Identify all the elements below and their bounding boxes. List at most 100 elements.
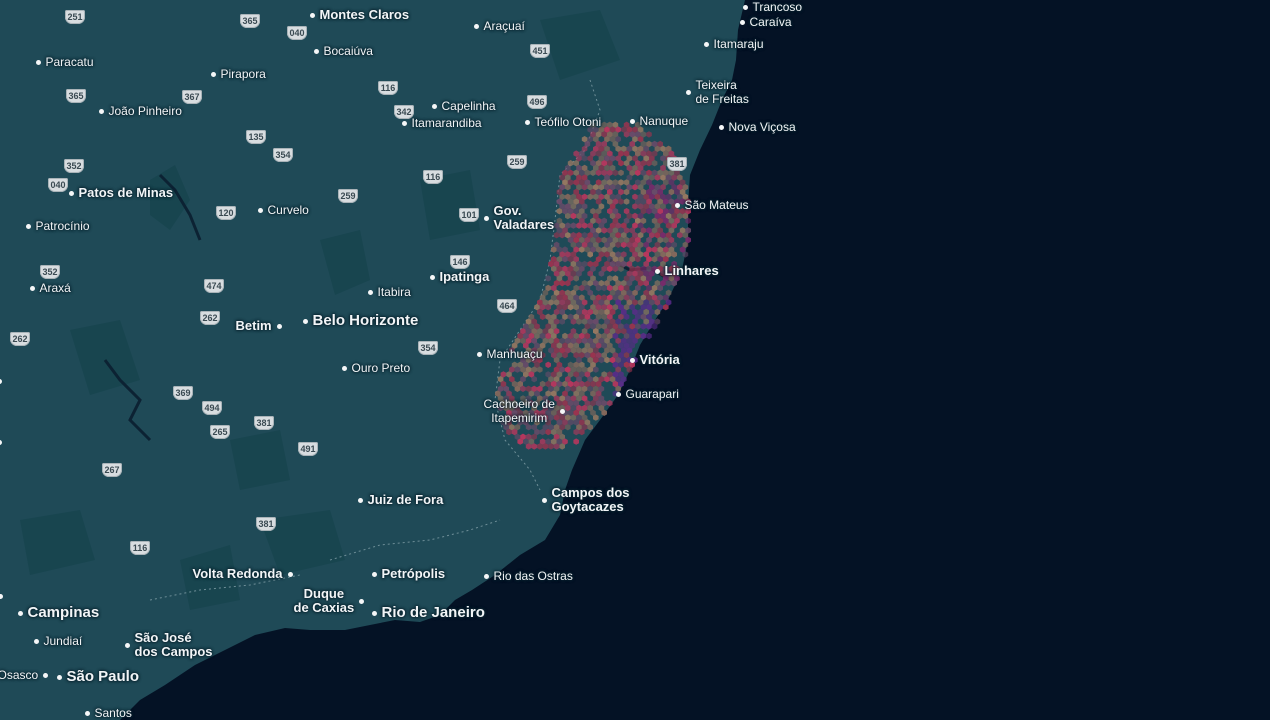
city-guarapari[interactable]: Guarapari bbox=[615, 387, 679, 401]
hexbin-cell bbox=[623, 198, 630, 205]
city-label: Trancoso bbox=[752, 0, 803, 14]
highway-shield-262: 262 bbox=[10, 332, 30, 346]
city-itabira[interactable]: Itabira bbox=[367, 285, 411, 299]
hexbin-cell bbox=[640, 332, 647, 340]
highway-shield-262: 262 bbox=[200, 311, 220, 325]
city-sao-paulo[interactable]: São Paulo bbox=[56, 668, 140, 685]
highway-shield-354: 354 bbox=[273, 148, 293, 162]
city-campos[interactable]: Campos dos Goytacazes bbox=[541, 486, 630, 514]
highway-shield-451: 451 bbox=[530, 44, 550, 58]
city-duque[interactable]: Duque de Caxias bbox=[294, 587, 365, 615]
city-dot-icon bbox=[56, 674, 62, 680]
highway-shield-267: 267 bbox=[102, 463, 122, 477]
city-dot-icon bbox=[483, 215, 489, 221]
city-curvelo[interactable]: Curvelo bbox=[257, 203, 309, 217]
city-dot-icon bbox=[615, 391, 621, 397]
city-paracatu[interactable]: Paracatu bbox=[35, 55, 94, 69]
city-juiz-de-fora[interactable]: Juiz de Fora bbox=[357, 493, 443, 507]
hexbin-cell bbox=[646, 131, 652, 138]
city-dot-icon bbox=[674, 202, 680, 208]
city-dot-icon bbox=[313, 48, 319, 54]
city-dot-icon bbox=[703, 41, 709, 47]
hexbin-cell bbox=[607, 400, 613, 407]
city-label: Araçuaí bbox=[483, 19, 525, 33]
city-label: Rio das Ostras bbox=[493, 569, 573, 583]
city-nanuque[interactable]: Nanuque bbox=[629, 114, 689, 128]
highway-shield-135: 135 bbox=[246, 130, 266, 144]
city-belo-horizonte[interactable]: Belo Horizonte bbox=[302, 313, 418, 328]
city-betim[interactable]: Betim bbox=[236, 319, 282, 333]
city-gov-valadares[interactable]: Gov. Valadares bbox=[483, 203, 555, 232]
city-dot-icon bbox=[17, 610, 23, 616]
city-teofilo[interactable]: Teófilo Otoni bbox=[524, 115, 601, 129]
city-araxa[interactable]: Araxá bbox=[29, 281, 71, 295]
city-vitoria[interactable]: Vitória bbox=[629, 353, 680, 367]
city-label: Petrópolis bbox=[381, 566, 446, 581]
city-ribeirao[interactable]: o Preto bbox=[0, 435, 3, 449]
highway-shield-116: 116 bbox=[378, 81, 398, 95]
city-label: Curvelo bbox=[267, 203, 309, 217]
city-jundiai[interactable]: Jundiaí bbox=[33, 634, 82, 648]
city-montes-claros[interactable]: Montes Claros bbox=[309, 7, 410, 22]
city-dot-icon bbox=[287, 571, 293, 577]
city-piracicaba[interactable]: cicaba bbox=[0, 589, 3, 603]
city-label: Montes Claros bbox=[319, 7, 410, 22]
city-label: Osasco bbox=[0, 668, 39, 682]
city-dot-icon bbox=[629, 118, 635, 124]
city-ipatinga[interactable]: Ipatinga bbox=[429, 269, 490, 284]
city-dot-icon bbox=[431, 103, 437, 109]
city-label: Guarapari bbox=[625, 387, 679, 401]
city-label: Pirapora bbox=[220, 67, 266, 81]
city-label: Bocaiúva bbox=[323, 44, 373, 58]
city-itamarandiba[interactable]: Itamarandiba bbox=[401, 116, 482, 130]
city-aracuai[interactable]: Araçuaí bbox=[473, 19, 525, 33]
city-joao-pinheiro[interactable]: João Pinheiro bbox=[98, 104, 182, 118]
city-petropolis[interactable]: Petrópolis bbox=[371, 566, 446, 581]
city-label: Volta Redonda bbox=[192, 566, 283, 581]
city-patrocinio[interactable]: Patrocínio bbox=[25, 219, 90, 233]
highway-shield-040: 040 bbox=[287, 26, 307, 40]
highway-shield-491: 491 bbox=[298, 442, 318, 456]
highway-shield-040: 040 bbox=[48, 178, 68, 192]
city-dot-icon bbox=[33, 638, 39, 644]
city-osasco[interactable]: Osasco bbox=[0, 668, 49, 682]
city-ouro-preto[interactable]: Ouro Preto bbox=[341, 361, 410, 375]
city-cachoeiro[interactable]: Cachoeiro de Itapemirim bbox=[484, 397, 565, 425]
city-caraiva[interactable]: Caraíva bbox=[739, 15, 792, 29]
city-sao-jose[interactable]: São José dos Campos bbox=[124, 631, 213, 659]
city-campinas[interactable]: Campinas bbox=[17, 605, 99, 620]
city-linhares[interactable]: Linhares bbox=[654, 264, 719, 278]
city-label: Ipatinga bbox=[439, 269, 490, 284]
map-canvas[interactable]: 251 365 040 365 367 116 451 342 496 135 354 352 040 1… bbox=[0, 0, 1270, 720]
city-dot-icon bbox=[685, 89, 691, 95]
city-manhuacu[interactable]: Manhuaçu bbox=[476, 347, 543, 361]
city-patos[interactable]: Patos de Minas bbox=[68, 185, 174, 200]
city-bocaiuva[interactable]: Bocaiúva bbox=[313, 44, 373, 58]
city-dot-icon bbox=[739, 19, 745, 25]
city-dot-icon bbox=[210, 71, 216, 77]
city-pirapora[interactable]: Pirapora bbox=[210, 67, 266, 81]
city-dot-icon bbox=[524, 119, 530, 125]
city-dot-icon bbox=[309, 12, 315, 18]
city-sao-mateus[interactable]: São Mateus bbox=[674, 198, 749, 212]
city-label: São Paulo bbox=[66, 668, 140, 685]
city-label: Gov. Valadares bbox=[493, 203, 555, 232]
city-label: Caraíva bbox=[749, 15, 792, 29]
city-label: São Mateus bbox=[684, 198, 749, 212]
city-itamaraju[interactable]: Itamaraju bbox=[703, 37, 764, 51]
city-trancoso[interactable]: Trancoso bbox=[742, 0, 803, 14]
city-rio[interactable]: Rio de Janeiro bbox=[371, 605, 485, 620]
city-franca[interactable]: Franca bbox=[0, 374, 3, 388]
city-rio-das-ostras[interactable]: Rio das Ostras bbox=[483, 569, 573, 583]
city-santos[interactable]: Santos bbox=[84, 706, 132, 720]
city-volta-redonda[interactable]: Volta Redonda bbox=[193, 567, 293, 581]
highway-shield-464: 464 bbox=[497, 299, 517, 313]
city-teixeira[interactable]: Teixeira de Freitas bbox=[685, 78, 749, 106]
city-dot-icon bbox=[302, 318, 308, 324]
city-nova-vicosa[interactable]: Nova Viçosa bbox=[718, 120, 796, 134]
city-label: Patos de Minas bbox=[78, 185, 174, 200]
city-label: Nanuque bbox=[639, 114, 689, 128]
hexbin-cell bbox=[573, 438, 579, 445]
highway-shield-365: 365 bbox=[66, 89, 86, 103]
city-capelinha[interactable]: Capelinha bbox=[431, 99, 496, 113]
